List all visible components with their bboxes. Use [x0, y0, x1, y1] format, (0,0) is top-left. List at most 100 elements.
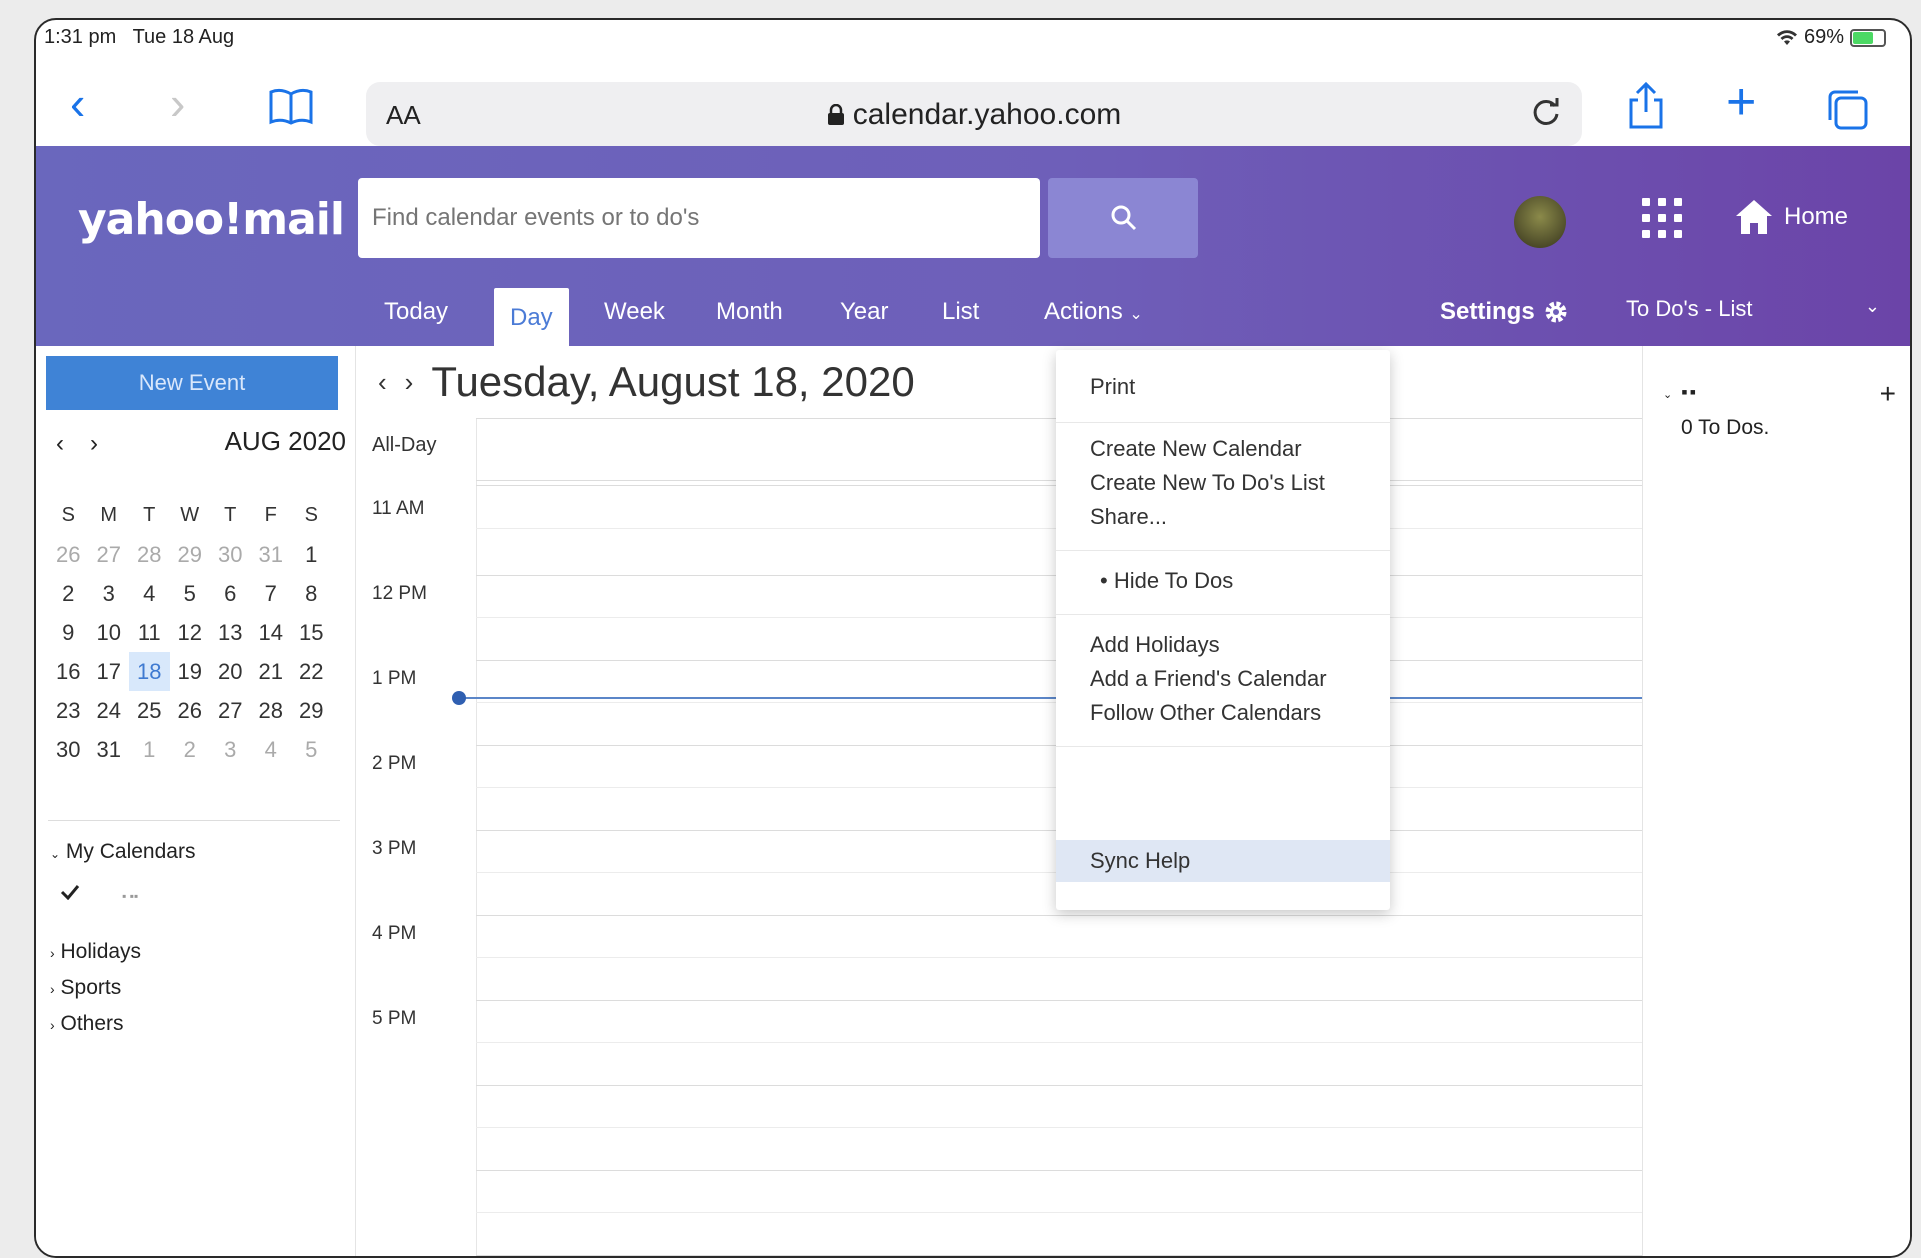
menu-item-add-friend-calendar[interactable]: Add a Friend's Calendar — [1090, 666, 1327, 692]
tabs-icon[interactable] — [1826, 88, 1870, 132]
calendar-day[interactable]: 3 — [89, 574, 130, 613]
menu-item-sync-help[interactable]: Sync Help — [1056, 840, 1390, 882]
prev-day-icon[interactable]: ‹ — [378, 367, 387, 398]
menu-item-create-todo-list[interactable]: Create New To Do's List — [1090, 470, 1325, 496]
menu-item-hide-todos[interactable]: • Hide To Dos — [1100, 568, 1233, 594]
settings-button[interactable]: Settings — [1440, 298, 1569, 326]
tab-today[interactable]: Today — [384, 298, 448, 326]
calendar-list-item[interactable]: ▪ ▪▪ — [60, 880, 138, 906]
calendar-day[interactable]: 16 — [48, 652, 89, 691]
calendar-day[interactable]: 4 — [251, 730, 292, 769]
back-icon[interactable]: ‹ — [70, 80, 85, 126]
next-day-icon[interactable]: › — [405, 367, 414, 398]
calendar-day[interactable]: 22 — [291, 652, 332, 691]
search-button[interactable] — [1048, 178, 1198, 258]
search-box[interactable] — [358, 178, 1040, 258]
battery-fill — [1853, 31, 1873, 44]
add-todo-icon[interactable]: + — [1880, 378, 1896, 410]
bullet-icon: • — [1100, 568, 1108, 593]
todo-count: 0 To Dos. — [1681, 416, 1770, 439]
chevron-down-icon[interactable]: ⌄ — [1865, 296, 1880, 317]
search-input[interactable] — [358, 178, 1040, 258]
tab-week[interactable]: Week — [604, 298, 665, 326]
checkmark-icon[interactable] — [60, 884, 80, 901]
todo-list-selector[interactable]: To Do's - List — [1626, 296, 1752, 322]
new-tab-icon[interactable]: + — [1726, 76, 1756, 128]
day-view: ‹ › Tuesday, August 18, 2020 All-Day 11 … — [356, 346, 1642, 1256]
calendar-day[interactable]: 28 — [251, 691, 292, 730]
prev-month-icon[interactable]: ‹ — [56, 430, 64, 458]
calendar-day[interactable]: 27 — [89, 535, 130, 574]
calendar-day[interactable]: 27 — [210, 691, 251, 730]
todo-list-name[interactable]: ⌄ ▪▪ — [1663, 382, 1698, 403]
calendar-day[interactable]: 1 — [291, 535, 332, 574]
apps-grid-icon[interactable] — [1642, 198, 1686, 242]
calendar-day[interactable]: 30 — [210, 535, 251, 574]
calendar-day[interactable]: 26 — [170, 691, 211, 730]
menu-item-print[interactable]: Print — [1090, 374, 1135, 400]
share-icon[interactable] — [1626, 82, 1666, 130]
calendar-day[interactable]: 30 — [48, 730, 89, 769]
tab-list[interactable]: List — [942, 298, 979, 326]
my-calendars-toggle[interactable]: ⌄ My Calendars — [50, 840, 195, 864]
calendar-day[interactable]: 10 — [89, 613, 130, 652]
hour-label: 4 PM — [372, 923, 417, 944]
calendar-day[interactable]: 25 — [129, 691, 170, 730]
reload-icon[interactable] — [1528, 94, 1564, 130]
calendar-day[interactable]: 2 — [48, 574, 89, 613]
calendar-name: ▪ ▪▪ — [122, 889, 139, 903]
calendar-day[interactable]: 15 — [291, 613, 332, 652]
menu-item-follow-calendars[interactable]: Follow Other Calendars — [1090, 700, 1321, 726]
calendar-day[interactable]: 13 — [210, 613, 251, 652]
calendar-day[interactable]: 21 — [251, 652, 292, 691]
avatar[interactable] — [1514, 196, 1566, 248]
bookmarks-icon[interactable] — [268, 88, 314, 126]
menu-item-create-calendar[interactable]: Create New Calendar — [1090, 436, 1302, 462]
calendar-day[interactable]: 26 — [48, 535, 89, 574]
calendar-day[interactable]: 23 — [48, 691, 89, 730]
calendar-day[interactable]: 14 — [251, 613, 292, 652]
day-grid[interactable]: All-Day 11 AM 12 PM 1 PM 2 PM 3 PM 4 PM … — [356, 418, 1642, 1256]
tab-month[interactable]: Month — [716, 298, 783, 326]
calendar-day[interactable]: 11 — [129, 613, 170, 652]
calendar-day[interactable]: 28 — [129, 535, 170, 574]
calendar-week: 30 31 1 2 3 4 5 — [48, 730, 340, 769]
category-holidays[interactable]: › Holidays — [50, 940, 141, 964]
new-event-button[interactable]: New Event — [46, 356, 338, 410]
calendar-day[interactable]: 12 — [170, 613, 211, 652]
tab-actions[interactable]: Actions ⌄ — [1044, 298, 1143, 326]
calendar-day[interactable]: 5 — [291, 730, 332, 769]
menu-item-add-holidays[interactable]: Add Holidays — [1090, 632, 1220, 658]
calendar-day[interactable]: 6 — [210, 574, 251, 613]
calendar-day[interactable]: 8 — [291, 574, 332, 613]
calendar-day[interactable]: 19 — [170, 652, 211, 691]
home-link[interactable]: Home — [1734, 198, 1848, 236]
calendar-day[interactable]: 20 — [210, 652, 251, 691]
address-bar[interactable]: AA calendar.yahoo.com — [366, 82, 1582, 146]
calendar-day[interactable]: 4 — [129, 574, 170, 613]
tab-year[interactable]: Year — [840, 298, 889, 326]
calendar-day[interactable]: 31 — [89, 730, 130, 769]
calendar-day[interactable]: 18 — [129, 652, 170, 691]
category-sports[interactable]: › Sports — [50, 976, 121, 1000]
next-month-icon[interactable]: › — [90, 430, 98, 458]
battery-icon — [1850, 28, 1886, 47]
category-others[interactable]: › Others — [50, 1012, 124, 1036]
calendar-day[interactable]: 17 — [89, 652, 130, 691]
tab-day[interactable]: Day — [494, 288, 569, 346]
forward-icon[interactable]: › — [170, 80, 185, 126]
calendar-day[interactable]: 3 — [210, 730, 251, 769]
menu-item-share[interactable]: Share... — [1090, 504, 1167, 530]
calendar-day[interactable]: 1 — [129, 730, 170, 769]
calendar-day[interactable]: 7 — [251, 574, 292, 613]
calendar-day[interactable]: 5 — [170, 574, 211, 613]
calendar-day[interactable]: 29 — [291, 691, 332, 730]
all-day-label: All-Day — [372, 434, 437, 456]
calendar-day[interactable]: 29 — [170, 535, 211, 574]
yahoo-mail-logo[interactable]: yahoo!mail — [78, 194, 345, 245]
calendar-day[interactable]: 31 — [251, 535, 292, 574]
calendar-day[interactable]: 2 — [170, 730, 211, 769]
status-clock: 1:31 pm — [44, 26, 117, 48]
calendar-day[interactable]: 24 — [89, 691, 130, 730]
calendar-day[interactable]: 9 — [48, 613, 89, 652]
